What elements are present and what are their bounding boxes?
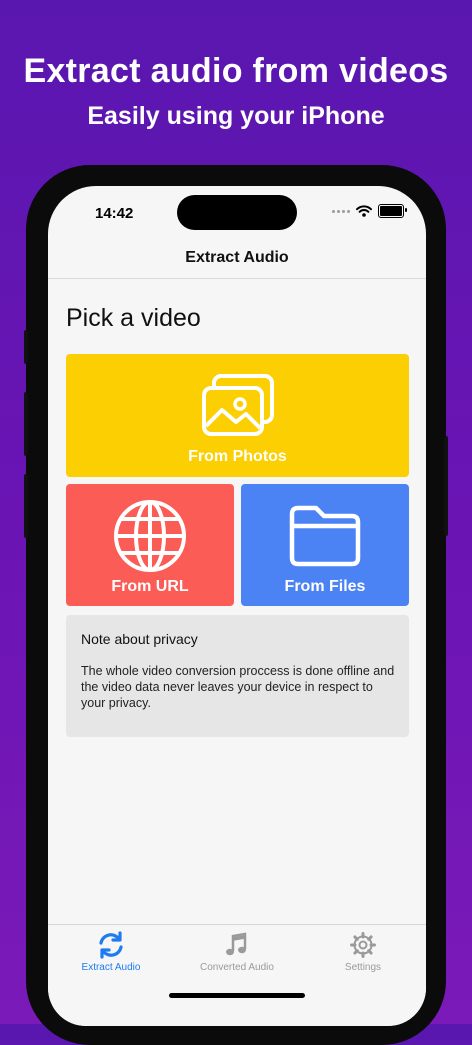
privacy-note-text: The whole video conversion proccess is d… [81, 664, 395, 710]
globe-icon [114, 500, 186, 572]
tab-converted-audio[interactable]: Converted Audio [174, 931, 300, 973]
privacy-note-card: Note about privacy The whole video conve… [66, 615, 409, 737]
from-url-label: From URL [111, 578, 189, 595]
tab-extract-audio-label: Extract Audio [81, 962, 141, 973]
nav-title: Extract Audio [185, 249, 289, 266]
sync-arrows-icon [99, 931, 123, 959]
from-photos-label: From Photos [188, 448, 287, 465]
phone-action-button [24, 330, 28, 364]
tab-settings-label: Settings [344, 962, 382, 973]
promo-subheadline: Easily using your iPhone [87, 102, 385, 130]
wifi-icon [356, 205, 372, 217]
gear-icon [350, 932, 376, 958]
tab-extract-audio[interactable]: Extract Audio [48, 931, 174, 973]
tab-converted-audio-label: Converted Audio [200, 962, 274, 973]
battery-icon [378, 204, 407, 218]
phone-screen: 14:42 Extract Audio Pick a video From Ph… [48, 186, 426, 1026]
cellular-signal-icon [332, 209, 350, 213]
from-files-label: From Files [284, 578, 366, 595]
from-url-button[interactable]: From URL [66, 484, 234, 606]
folder-icon [289, 505, 361, 567]
phone-volume-down-button [24, 474, 28, 538]
phone-volume-up-button [24, 392, 28, 456]
page-title: Pick a video [66, 304, 201, 332]
status-icons [332, 204, 407, 218]
photos-icon [202, 374, 274, 436]
tab-settings[interactable]: Settings [300, 931, 426, 973]
from-photos-button[interactable]: From Photos [66, 354, 409, 477]
music-note-icon [226, 932, 247, 956]
from-files-button[interactable]: From Files [241, 484, 409, 606]
status-time: 14:42 [95, 205, 134, 222]
home-indicator [169, 993, 305, 998]
phone-power-button [444, 436, 448, 536]
promo-headline: Extract audio from videos [23, 52, 449, 90]
privacy-note-title: Note about privacy [81, 631, 198, 647]
dynamic-island [177, 195, 297, 230]
tab-bar: Extract Audio Converted Audio Settings [48, 924, 426, 1026]
navigation-bar: Extract Audio [48, 240, 426, 279]
